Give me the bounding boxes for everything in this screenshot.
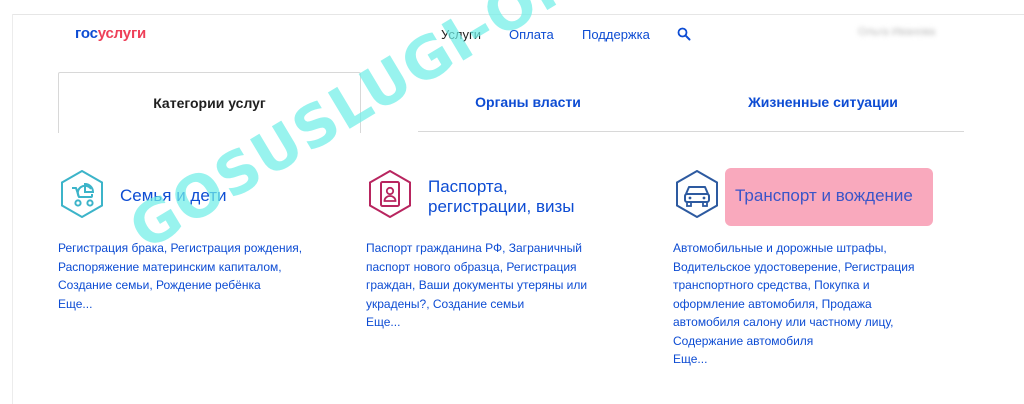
passport-title-line-1: Паспорта, [428,177,508,196]
passport-icon[interactable] [366,170,414,218]
transport-link-line-1[interactable]: Автомобильные и дорожные штрафы, [673,239,914,258]
category-transport-links: Автомобильные и дорожные штрафы, Водител… [673,239,914,369]
nav-support-link[interactable]: Поддержка [582,27,650,42]
category-family-links: Регистрация брака, Регистрация рождения,… [58,239,302,313]
category-transport-title[interactable]: Транспорт и вождение [735,186,913,206]
transport-link-line-2[interactable]: Водительское удостоверение, Регистрация [673,258,914,277]
category-passport-links: Паспорт гражданина РФ, Заграничный паспо… [366,239,587,332]
gosuslugi-logo[interactable]: госуслуги [75,25,146,42]
car-icon[interactable] [673,170,721,218]
passport-title-line-2: регистрации, визы [428,197,575,216]
passport-more-link[interactable]: Еще... [366,313,587,332]
family-link-line-3[interactable]: Создание семьи, Рождение ребёнка [58,276,302,295]
transport-link-line-5[interactable]: автомобиля салону или частному лицу, [673,313,914,332]
logo-part-gos: гос [75,25,98,42]
transport-link-line-3[interactable]: транспортного средства, Покупка и [673,276,914,295]
passport-link-line-1[interactable]: Паспорт гражданина РФ, Заграничный [366,239,587,258]
passport-link-line-3[interactable]: граждан, Ваши документы утеряны или [366,276,587,295]
stroller-icon[interactable] [58,170,106,218]
user-profile-name[interactable]: Ольга Иванова [858,26,950,42]
passport-link-line-4[interactable]: украдены?, Создание семьи [366,295,587,314]
logo-part-uslugi: услуги [97,25,147,42]
tab-life-situations[interactable]: Жизненные ситуации [678,72,968,132]
frame-left-border [12,14,13,404]
family-more-link[interactable]: Еще... [58,295,302,314]
search-icon[interactable] [677,27,691,41]
category-passport-title[interactable]: Паспорта, регистрации, визы [428,177,575,217]
transport-more-link[interactable]: Еще... [673,350,914,369]
transport-link-line-4[interactable]: оформление автомобиля, Продажа [673,295,914,314]
family-link-line-2[interactable]: Распоряжение материнским капиталом, [58,258,302,277]
transport-link-line-6[interactable]: Содержание автомобиля [673,332,914,351]
category-tabs: Категории услуг Органы власти Жизненные … [58,72,964,133]
passport-link-line-2[interactable]: паспорт нового образца, Регистрация [366,258,587,277]
